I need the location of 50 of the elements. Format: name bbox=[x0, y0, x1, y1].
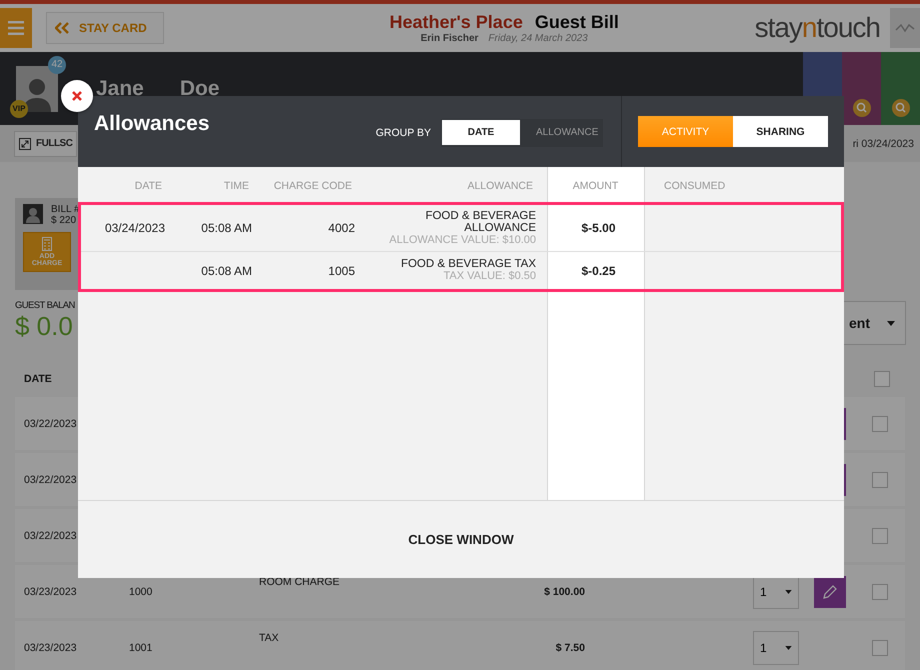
column-header: DATE bbox=[24, 373, 52, 385]
table-cell-text: 03/22/2023 bbox=[24, 530, 78, 542]
table-cell-text: 1000 bbox=[129, 586, 154, 598]
allowance-detail: TAX VALUE: $0.50 bbox=[443, 270, 536, 283]
table-cell-text: 1001 bbox=[129, 642, 154, 654]
column-header: CHARGE CODE bbox=[272, 180, 353, 192]
allowance-name: FOOD & BEVERAGE ALLOWANCE bbox=[424, 210, 536, 234]
close-window-button[interactable]: CLOSE WINDOW bbox=[388, 524, 534, 555]
balance-label: GUEST BALAN bbox=[15, 300, 76, 311]
vip-badge: VIP bbox=[10, 100, 28, 118]
last-name: Doe bbox=[180, 76, 220, 100]
column-header: TIME bbox=[222, 180, 250, 192]
table-cell-text: 03/23/2023 bbox=[24, 642, 78, 654]
business-date: ri 03/24/2023 bbox=[852, 138, 914, 150]
table-cell-text: 4002 bbox=[327, 221, 356, 235]
amount-cell-text: $-0.25 bbox=[580, 264, 617, 278]
user-name: Erin Fischer bbox=[420, 33, 478, 44]
quantity-select[interactable]: 1 bbox=[753, 630, 799, 664]
table-cell-text: 05:08 AM bbox=[200, 221, 253, 235]
first-name: Jane bbox=[96, 76, 144, 100]
bill-amount: $ 220 bbox=[51, 215, 78, 226]
fullscreen-button[interactable]: FULLSC bbox=[14, 130, 78, 156]
table-cell-text: 03/22/2023 bbox=[24, 418, 78, 430]
brand-logo: stayntouch bbox=[754, 12, 880, 44]
table-cell-text: $ 7.50 bbox=[554, 642, 585, 654]
allowance-detail: ALLOWANCE VALUE: $10.00 bbox=[389, 234, 536, 246]
balance-amount: $ 0.0 bbox=[15, 311, 74, 342]
amount-cell-text: $-5.00 bbox=[580, 221, 617, 235]
table-cell-text: 05:08 AM bbox=[200, 264, 253, 278]
page-title: Guest Bill bbox=[534, 12, 619, 33]
view-tab[interactable]: SHARING bbox=[733, 116, 828, 147]
column-header: CONSUMED bbox=[663, 180, 726, 192]
table-cell-text: 03/24/2023 bbox=[104, 221, 166, 235]
table-cell-text: 1005 bbox=[327, 264, 356, 278]
count-badge: 42 bbox=[48, 56, 66, 74]
hotel-name: Heather's Place bbox=[389, 12, 523, 33]
modal-title: Allowances bbox=[94, 112, 210, 136]
group-by-label: GROUP BY bbox=[376, 127, 431, 139]
table-cell-text: 03/22/2023 bbox=[24, 474, 78, 486]
table-cell-text: 03/23/2023 bbox=[24, 586, 78, 598]
group-option[interactable]: ALLOWANCE bbox=[522, 120, 602, 145]
business-date: Friday, 24 March 2023 bbox=[488, 33, 588, 44]
table-cell-text: TAX bbox=[259, 631, 280, 644]
group-option[interactable]: DATE bbox=[442, 120, 520, 145]
column-header: AMOUNT bbox=[572, 180, 620, 192]
column-header: ALLOWANCE bbox=[466, 180, 534, 192]
allowance-name: FOOD & BEVERAGE TAX bbox=[400, 258, 536, 270]
table-cell-text: ROOM CHARGE bbox=[259, 575, 341, 588]
column-header: DATE bbox=[134, 180, 163, 192]
table-cell-text: $ 100.00 bbox=[543, 586, 585, 598]
